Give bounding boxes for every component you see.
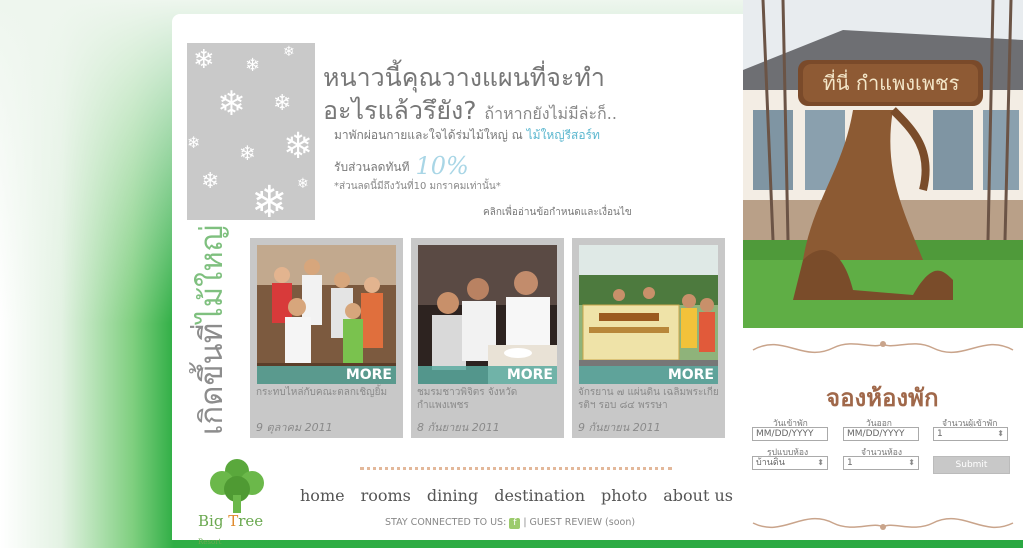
checkin-input[interactable]: MM/DD/YYYY — [752, 427, 828, 441]
main-nav: home rooms dining destination photo abou… — [300, 486, 733, 505]
rooms-select[interactable]: 1 — [843, 456, 919, 470]
logo-t: T — [228, 512, 239, 530]
divider — [360, 467, 672, 470]
big-tree-logo[interactable]: Big Tree Resort — [198, 457, 290, 546]
checkout-input[interactable]: MM/DD/YYYY — [843, 427, 919, 441]
promo-body: มาพักผ่อนกายและใจได้ร่มไม้ใหญ่ ณ ไม้ใหญ่… — [334, 126, 600, 145]
resort-name-highlight: ไม้ใหญ่รีสอร์ท — [526, 128, 600, 142]
terms-link[interactable]: คลิกเพื่ออ่านข้อกำหนดและเงื่อนไข — [483, 205, 632, 220]
promo-body-text: มาพักผ่อนกายและใจได้ร่มไม้ใหญ่ ณ — [334, 128, 523, 142]
submit-button[interactable]: Submit — [933, 456, 1010, 474]
section-title-a: เกิดขึ้นที่ — [194, 322, 230, 436]
footer-links: STAY CONNECTED TO US: f | GUEST REVIEW (… — [385, 517, 635, 529]
logo-text: Big Tree Resort — [198, 512, 290, 548]
logo-resort: Resort — [198, 538, 222, 546]
facebook-icon[interactable]: f — [509, 518, 521, 529]
news-date: 9 ตุลาคม 2011 — [256, 421, 333, 434]
news-card[interactable]: MORE ชมรมชาวพิจิตร จังหวัดกำแพงเพชร 8 กั… — [411, 238, 564, 438]
snowflake-image: ❄ ❄ ❄ ❄ ❄ ❄ ❄ ❄ ❄ ❄ ❄ — [187, 43, 315, 220]
promo-discount: รับส่วนลดทันที 10% — [334, 152, 469, 180]
nav-destination[interactable]: destination — [494, 486, 585, 505]
news-caption[interactable]: ชมรมชาวพิจิตร จังหวัดกำแพงเพชร — [417, 386, 559, 412]
ornament-bottom — [752, 517, 1014, 530]
resort-photo: ที่นี่ กำแพงเพชร — [743, 0, 1023, 328]
logo-ree: ree — [238, 512, 264, 530]
news-date: 9 กันยายน 2011 — [578, 421, 661, 434]
roomtype-select[interactable]: บ้านดิน — [752, 456, 828, 470]
guest-review-link[interactable]: | GUEST REVIEW (soon) — [523, 517, 635, 528]
nav-about[interactable]: about us — [663, 486, 733, 505]
news-photo[interactable] — [418, 245, 557, 384]
booking-panel: จองห้องพัก วันเข้าพัก MM/DD/YYYY วันออก … — [743, 328, 1023, 540]
news-photo[interactable] — [579, 245, 718, 384]
news-caption[interactable]: จักรยาน ๗ แผ่นดิน เฉลิมพระเกียรติฯ รอบ ๘… — [578, 386, 720, 412]
guests-select[interactable]: 1 — [933, 427, 1008, 441]
more-button[interactable]: MORE — [257, 366, 396, 384]
more-button[interactable]: MORE — [579, 366, 718, 384]
nav-home[interactable]: home — [300, 486, 345, 505]
nav-dining[interactable]: dining — [427, 486, 478, 505]
logo-big: Big — [198, 512, 229, 530]
sign-text: ที่นี่ กำแพงเพชร — [823, 69, 960, 95]
news-date: 8 กันยายน 2011 — [417, 421, 500, 434]
nav-rooms[interactable]: rooms — [361, 486, 411, 505]
news-photo[interactable] — [257, 245, 396, 384]
stay-connected-text: STAY CONNECTED TO US: — [385, 517, 507, 528]
section-title: เกิดขึ้นที่ไม้ใหญ่ — [186, 225, 236, 435]
nav-photo[interactable]: photo — [601, 486, 647, 505]
promo-note: *ส่วนลดนี้มีถึงวันที่10 มกราคมเท่านั้น* — [334, 181, 501, 192]
promo-discount-text: รับส่วนลดทันที — [334, 160, 410, 174]
promo-headline-2: อะไรแล้วรึยัง? ถ้าหากยังไม่มีล่ะก็.. — [323, 91, 617, 131]
tree-icon — [210, 459, 264, 513]
section-title-b: ไม้ใหญ่ — [194, 224, 230, 323]
ornament-top — [752, 341, 1014, 354]
promo-tagline: ถ้าหากยังไม่มีล่ะก็.. — [484, 104, 617, 123]
promo-question: อะไรแล้วรึยัง? — [323, 96, 477, 125]
news-caption[interactable]: กระทบไหล่กับคณะตลกเชิญยิ้ม — [256, 386, 398, 399]
booking-title: จองห้องพัก — [826, 384, 939, 412]
news-card[interactable]: MORE กระทบไหล่กับคณะตลกเชิญยิ้ม 9 ตุลาคม… — [250, 238, 403, 438]
more-button[interactable]: MORE — [418, 366, 557, 384]
news-card[interactable]: MORE จักรยาน ๗ แผ่นดิน เฉลิมพระเกียรติฯ … — [572, 238, 725, 438]
discount-percent: 10% — [415, 152, 469, 180]
